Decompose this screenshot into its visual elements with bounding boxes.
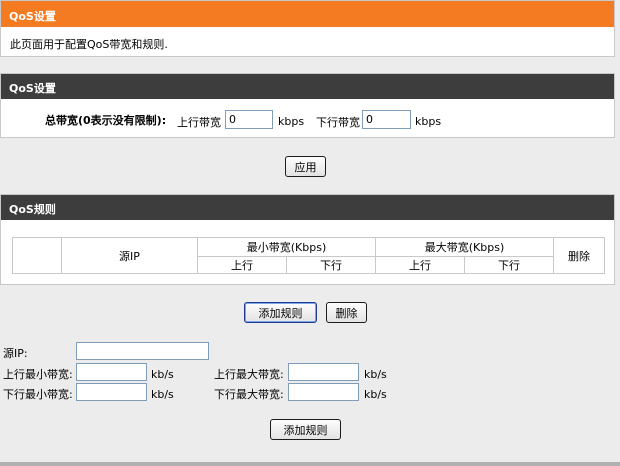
delete-rule-button[interactable]: 删除	[326, 302, 367, 323]
up-max-bandwidth-input[interactable]	[288, 363, 359, 381]
qos-settings-header: QoS设置	[1, 74, 614, 99]
down-max-bandwidth-label: 下行最大带宽:	[214, 388, 284, 401]
delete-column-header: 删除	[553, 237, 605, 274]
max-up-column-header: 上行	[375, 255, 465, 274]
up-max-bandwidth-label: 上行最大带宽:	[214, 368, 284, 381]
max-bandwidth-column-header: 最大带宽(Kbps)	[375, 237, 554, 257]
total-bandwidth-label: 总带宽(0表示没有限制):	[45, 114, 167, 127]
source-ip-column-header: 源IP	[61, 237, 198, 274]
download-bandwidth-input[interactable]	[362, 110, 411, 129]
qos-rules-header: QoS规则	[1, 195, 614, 220]
add-rule-submit-button[interactable]: 添加规则	[270, 419, 341, 440]
up-max-bandwidth-unit: kb/s	[364, 368, 387, 381]
upload-bandwidth-label: 上行带宽	[177, 116, 221, 129]
source-ip-input[interactable]	[76, 342, 209, 360]
min-up-column-header: 上行	[197, 255, 287, 274]
apply-button[interactable]: 应用	[285, 156, 326, 177]
qos-info-header: QoS设置	[1, 1, 614, 27]
up-min-bandwidth-label: 上行最小带宽:	[3, 368, 73, 381]
down-min-bandwidth-input[interactable]	[76, 383, 147, 401]
upload-bandwidth-input[interactable]	[225, 110, 273, 129]
add-rule-button[interactable]: 添加规则	[244, 302, 317, 323]
bottom-divider	[0, 462, 620, 466]
qos-info-description: 此页面用于配置QoS带宽和规则.	[10, 38, 168, 51]
select-column-header	[12, 237, 62, 274]
min-bandwidth-column-header: 最小带宽(Kbps)	[197, 237, 376, 257]
source-ip-label: 源IP:	[3, 347, 28, 360]
qos-settings-panel: QoS设置 总带宽(0表示没有限制): 上行带宽 kbps 下行带宽 kbps	[0, 73, 615, 138]
down-max-bandwidth-unit: kb/s	[364, 388, 387, 401]
min-down-column-header: 下行	[286, 255, 376, 274]
down-max-bandwidth-input[interactable]	[288, 383, 359, 401]
download-bandwidth-unit: kbps	[415, 115, 442, 128]
down-min-bandwidth-label: 下行最小带宽:	[3, 388, 73, 401]
upload-bandwidth-unit: kbps	[278, 115, 305, 128]
up-min-bandwidth-input[interactable]	[76, 363, 147, 381]
qos-rules-table: 源IP 最小带宽(Kbps) 最大带宽(Kbps) 删除 上行 下行 上行 下行	[12, 237, 605, 274]
down-min-bandwidth-unit: kb/s	[151, 388, 174, 401]
qos-rules-panel: QoS规则 源IP 最小带宽(Kbps) 最大带宽(Kbps) 删除 上行 下行…	[0, 194, 615, 285]
download-bandwidth-label: 下行带宽	[316, 116, 360, 129]
max-down-column-header: 下行	[464, 255, 554, 274]
qos-info-panel: QoS设置 此页面用于配置QoS带宽和规则.	[0, 0, 615, 57]
up-min-bandwidth-unit: kb/s	[151, 368, 174, 381]
